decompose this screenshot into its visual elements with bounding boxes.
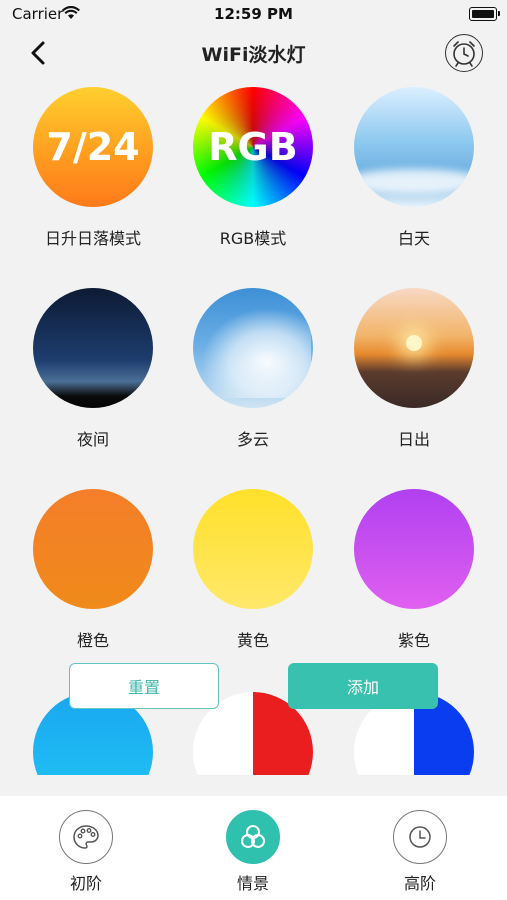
tab-label: 情景	[236, 874, 269, 893]
scene-label: 多云	[236, 430, 269, 449]
battery-icon	[469, 7, 500, 21]
scene-label: 夜间	[76, 430, 109, 449]
yellow-color-swatch	[193, 489, 313, 609]
scene-label: 橙色	[76, 631, 109, 650]
scene-label: 紫色	[397, 631, 430, 650]
nav-bar: WiFi淡水灯	[0, 28, 507, 78]
status-time: 12:59 PM	[214, 5, 293, 23]
reset-button[interactable]: 重置	[69, 663, 219, 709]
scene-orange[interactable]: 橙色	[18, 489, 168, 651]
scene-cloudy[interactable]: 多云	[178, 288, 328, 450]
scene-night[interactable]: 夜间	[18, 288, 168, 450]
scene-label: RGB模式	[219, 229, 287, 248]
purple-color-swatch	[354, 489, 474, 609]
tab-label: 高阶	[403, 874, 436, 893]
scene-purple[interactable]: 紫色	[339, 489, 489, 651]
sunrise-sunset-mode-icon: 7/24	[33, 87, 153, 207]
scene-sunrise[interactable]: 日出	[339, 288, 489, 450]
scene-daytime[interactable]: 白天	[339, 87, 489, 249]
scene-rgb[interactable]: RGB RGB模式	[178, 87, 328, 249]
cloudy-sky-image	[193, 288, 313, 408]
page-title: WiFi淡水灯	[201, 44, 306, 66]
orange-color-swatch	[33, 489, 153, 609]
tab-advanced[interactable]: 高阶	[370, 810, 470, 894]
tab-bar: 初阶 情景 高阶	[0, 796, 507, 900]
scene-label: 白天	[397, 229, 430, 248]
scene-label: 日出	[397, 430, 430, 449]
alarm-clock-icon	[453, 41, 475, 67]
clock-icon	[393, 810, 447, 864]
alarm-button[interactable]	[445, 34, 483, 72]
tab-basic[interactable]: 初阶	[36, 810, 136, 894]
scene-sunrise-sunset[interactable]: 7/24 日升日落模式	[18, 87, 168, 249]
scene-yellow[interactable]: 黄色	[178, 489, 328, 651]
scene-label: 日升日落模式	[44, 229, 141, 248]
scene-label: 黄色	[236, 631, 269, 650]
tab-label: 初阶	[69, 874, 102, 893]
add-button[interactable]: 添加	[288, 663, 438, 709]
rgb-mode-icon: RGB	[193, 87, 313, 207]
daytime-sky-image	[354, 87, 474, 207]
mode-badge: 7/24	[46, 125, 140, 169]
scene-icon	[226, 810, 280, 864]
tab-scene[interactable]: 情景	[203, 810, 303, 894]
mode-badge: RGB	[208, 125, 298, 169]
night-sky-image	[33, 288, 153, 408]
status-bar: Carrier 12:59 PM	[0, 0, 507, 28]
sunrise-image	[354, 288, 474, 408]
palette-icon	[59, 810, 113, 864]
